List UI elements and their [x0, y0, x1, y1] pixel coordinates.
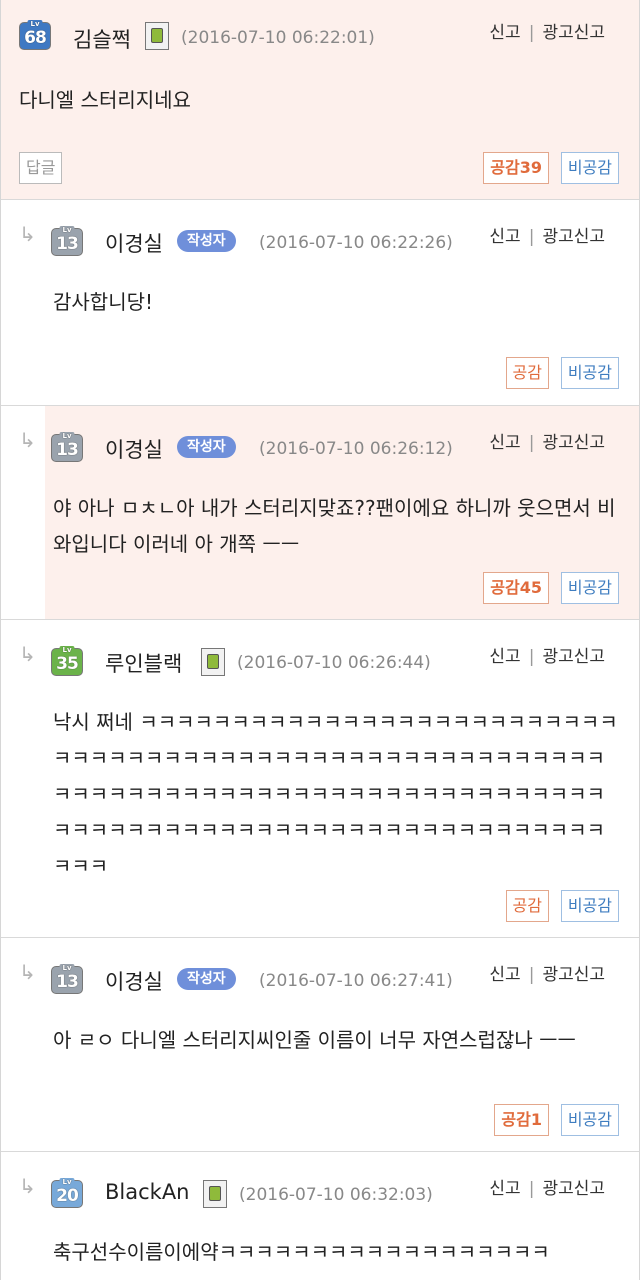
mobile-icon [203, 1180, 227, 1208]
reply-arrow-icon: ↳ [19, 222, 36, 246]
ad-report-link[interactable]: 광고신고 [542, 1179, 605, 1199]
comment-item: ↳ 35 루인블랙 (2016-07-10 06:26:44) 신고|광고신고 … [1, 620, 639, 938]
comment-body: 다니엘 스터리지네요 [19, 88, 191, 112]
report-link[interactable]: 신고 [489, 227, 520, 247]
report-links: 신고 | 광고신고 [489, 1179, 605, 1199]
ad-report-link[interactable]: 광고신고 [542, 227, 605, 247]
comment-body: 아 ㄹㅇ 다니엘 스터리지씨인줄 이름이 너무 자연스럽잖나 ㅡㅡ [53, 1028, 576, 1052]
comment-body: 감사합니당! [53, 290, 154, 314]
comment-date: (2016-07-10 06:26:44) [237, 653, 431, 673]
ad-report-link[interactable]: 광고신고 [542, 647, 605, 667]
comment-date: (2016-07-10 06:26:12) [259, 439, 453, 459]
level-badge-icon: 13 [51, 966, 83, 994]
comment-list: 68 김슬쩍 (2016-07-10 06:22:01) 신고|광고신고 다니엘… [0, 0, 640, 1280]
comment-body: 축구선수이름이에약ㅋㅋㅋㅋㅋㅋㅋㅋㅋㅋㅋㅋㅋㅋㅋㅋㅋㅋ [53, 1240, 550, 1264]
reply-arrow-icon: ↳ [19, 960, 36, 984]
comment-nickname[interactable]: 김슬쩍 [73, 24, 131, 54]
report-links: 신고 | 광고신고 [489, 23, 605, 43]
comment-item: ↳ 13 이경실 작성자 (2016-07-10 06:22:26) 신고|광고… [1, 200, 639, 406]
comment-item: 68 김슬쩍 (2016-07-10 06:22:01) 신고|광고신고 다니엘… [1, 0, 639, 200]
author-badge: 작성자 [177, 968, 236, 990]
comment-date: (2016-07-10 06:27:41) [259, 971, 453, 991]
author-badge: 작성자 [177, 436, 236, 458]
comment-date: (2016-07-10 06:22:26) [259, 233, 453, 253]
report-links: 신고 | 광고신고 [489, 965, 605, 985]
ad-report-link[interactable]: 광고신고 [542, 965, 605, 985]
report-link[interactable]: 신고 [489, 965, 520, 985]
report-links: 신고 | 광고신고 [489, 227, 605, 247]
like-button[interactable]: 공감45 [483, 572, 549, 604]
level-badge-icon: 68 [19, 22, 51, 50]
mobile-icon [201, 648, 225, 676]
dislike-button[interactable]: 비공감 [560, 1104, 619, 1136]
author-badge: 작성자 [177, 230, 236, 252]
ad-report-link[interactable]: 광고신고 [542, 23, 605, 43]
comment-item: ↳ 13 이경실 작성자 (2016-07-10 06:27:41) 신고|광고… [1, 938, 639, 1152]
report-link[interactable]: 신고 [489, 433, 520, 453]
level-badge-icon: 20 [51, 1180, 83, 1208]
comment-nickname[interactable]: 이경실 [105, 228, 163, 258]
comment-date: (2016-07-10 06:32:03) [239, 1185, 433, 1205]
like-button[interactable]: 공감39 [483, 152, 549, 184]
report-link[interactable]: 신고 [489, 1179, 520, 1199]
report-links: 신고 | 광고신고 [489, 433, 605, 453]
comment-body: 낙시 쩌네 ㅋㅋㅋㅋㅋㅋㅋㅋㅋㅋㅋㅋㅋㅋㅋㅋㅋㅋㅋㅋㅋㅋㅋㅋㅋㅋㅋㅋㅋㅋㅋㅋㅋㅋ… [53, 710, 618, 878]
mobile-icon [145, 22, 169, 50]
report-link[interactable]: 신고 [489, 647, 520, 667]
comment-nickname[interactable]: 이경실 [105, 966, 163, 996]
dislike-button[interactable]: 비공감 [560, 152, 619, 184]
dislike-button[interactable]: 비공감 [560, 572, 619, 604]
report-link[interactable]: 신고 [489, 23, 520, 43]
reply-arrow-icon: ↳ [19, 1174, 36, 1198]
ad-report-link[interactable]: 광고신고 [542, 433, 605, 453]
like-button[interactable]: 공감1 [494, 1104, 549, 1136]
level-badge-icon: 13 [51, 434, 83, 462]
level-badge-icon: 35 [51, 648, 83, 676]
like-button[interactable]: 공감 [505, 357, 549, 389]
comment-item: ↳ 13 이경실 작성자 (2016-07-10 06:26:12) 신고|광고… [1, 406, 639, 620]
like-button[interactable]: 공감 [505, 890, 549, 922]
reply-button[interactable]: 답글 [19, 152, 63, 184]
comment-nickname[interactable]: 루인블랙 [105, 648, 182, 678]
comment-body: 야 아나 ㅁㅊㄴ아 내가 스터리지맞죠??팬이에요 하니까 웃으면서 비와입니다… [53, 496, 616, 556]
reply-arrow-icon: ↳ [19, 428, 36, 452]
comment-nickname[interactable]: BlackAn [105, 1180, 190, 1204]
comment-nickname[interactable]: 이경실 [105, 434, 163, 464]
comment-date: (2016-07-10 06:22:01) [181, 28, 375, 48]
comment-item: ↳ 20 BlackAn (2016-07-10 06:32:03) 신고|광고… [1, 1152, 639, 1280]
report-links: 신고 | 광고신고 [489, 647, 605, 667]
reply-arrow-icon: ↳ [19, 642, 36, 666]
level-badge-icon: 13 [51, 228, 83, 256]
dislike-button[interactable]: 비공감 [560, 890, 619, 922]
dislike-button[interactable]: 비공감 [560, 357, 619, 389]
